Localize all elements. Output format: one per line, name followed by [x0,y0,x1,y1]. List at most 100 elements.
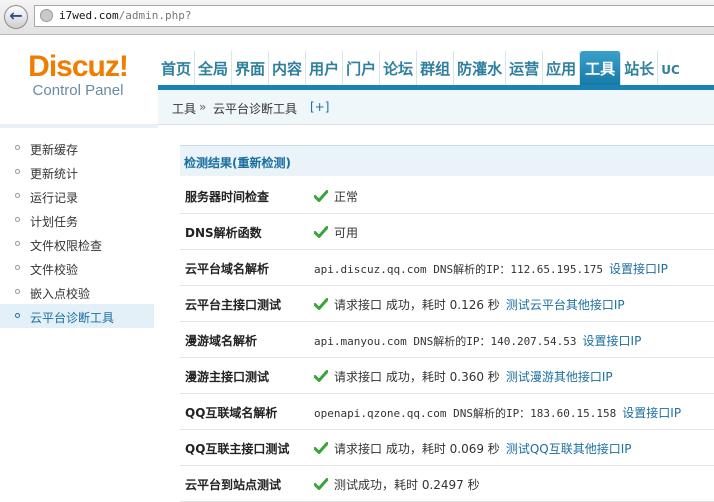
result-value: 请求接口 成功，耗时 0.069 秒测试QQ互联其他接口IP [313,440,632,457]
top-navigation: 首页 全局 界面 内容 用户 门户 论坛 群组 防灌水 运营 应用 工具 站长 UC [158,51,683,85]
result-row: 云平台域名解析 api.discuz.qq.com DNS解析的IP：112.65… [180,249,714,286]
result-value: 请求接口 成功，耗时 0.126 秒测试云平台其他接口IP [313,296,625,313]
result-link[interactable]: 测试QQ互联其他接口IP [506,442,632,456]
check-icon [313,370,329,382]
globe-icon [40,9,53,22]
breadcrumb: 工具 » 云平台诊断工具 [+] [158,90,714,125]
sidebar-item[interactable]: 云平台诊断工具 [0,304,154,328]
nav-tab[interactable]: 群组 [417,51,455,85]
result-row: 漫游主接口测试 请求接口 成功，耗时 0.360 秒测试漫游其他接口IP [180,357,714,394]
result-value: 正常 [313,188,359,205]
sidebar-item-label: 更新统计 [30,167,79,181]
result-name: 漫游域名解析 [185,334,258,348]
results-heading: 检测结果(重新检测) [180,145,714,176]
nav-tab[interactable]: 界面 [232,51,270,85]
sidebar-item[interactable]: 运行记录 [0,184,154,208]
dns-result-text: api.manyou.com DNS解析的IP：140.207.54.53 [314,335,577,348]
sidebar-item[interactable]: 文件校验 [0,256,154,280]
sidebar-item[interactable]: 文件权限检查 [0,232,154,256]
nav-tab[interactable]: 论坛 [380,51,418,85]
sidebar-item-label: 运行记录 [30,191,79,205]
nav-tab[interactable]: 用户 [306,51,344,85]
result-name: 云平台主接口测试 [185,298,282,312]
results-heading-text[interactable]: 检测结果(重新检测) [184,154,291,171]
sidebar-item-label: 嵌入点校验 [30,287,91,301]
main-content: 检测结果(重新检测) 服务器时间检查 正常 DNS解析函数 可用云平台域名解析 api.… [158,125,714,502]
bullet-icon [15,313,20,318]
url-path: /admin.php? [118,9,192,22]
nav-tab[interactable]: 防灌水 [454,51,507,85]
discuz-logo[interactable]: Discuz! Control Panel [18,51,138,99]
result-name: 云平台域名解析 [185,262,270,276]
logo-subtitle: Control Panel [32,82,124,99]
nav-tab[interactable]: 运营 [506,51,544,85]
sidebar-item[interactable]: 更新统计 [0,160,154,184]
sidebar-item[interactable]: 更新缓存 [0,136,154,160]
url-host: i7wed.com [59,9,119,22]
sidebar: 更新缓存更新统计运行记录计划任务文件权限检查 文件校验嵌入点校验云平台诊断工具 [0,124,159,498]
nav-tab[interactable]: 全局 [195,51,233,85]
sidebar-item[interactable]: 计划任务 [0,208,154,232]
result-text: 请求接口 成功，耗时 0.360 秒 [334,370,500,384]
breadcrumb-page: 云平台诊断工具 [213,102,298,116]
breadcrumb-expand-button[interactable]: [+] [310,100,329,114]
bullet-icon [15,193,20,198]
result-link[interactable]: 设置接口IP [609,262,668,276]
result-row: QQ互联域名解析 openapi.qzone.qq.com DNS解析的IP：18… [180,393,714,430]
back-arrow-icon[interactable]: ← [4,5,28,29]
result-name: QQ互联主接口测试 [185,442,290,456]
browser-toolbar: ← i7wed.com/admin.php? [0,0,714,35]
check-icon [313,442,329,454]
result-text: 测试成功，耗时 0.2497 秒 [334,478,480,492]
check-icon [313,190,329,202]
bullet-icon [15,217,20,222]
result-text: 请求接口 成功，耗时 0.126 秒 [334,298,500,312]
result-name: 漫游主接口测试 [185,370,270,384]
result-link[interactable]: 测试漫游其他接口IP [506,370,613,384]
result-link[interactable]: 测试云平台其他接口IP [506,298,625,312]
result-value: 测试成功，耗时 0.2497 秒 [313,476,480,493]
sidebar-item-label: 计划任务 [30,215,79,229]
result-row: 云平台到站点测试 测试成功，耗时 0.2497 秒 [180,465,714,502]
breadcrumb-section[interactable]: 工具 [172,100,196,117]
bullet-icon [15,169,20,174]
result-row: QQ互联主接口测试 请求接口 成功，耗时 0.069 秒测试QQ互联其他接口IP [180,429,714,466]
check-icon [313,478,329,490]
result-value: 可用 [313,224,359,241]
breadcrumb-separator: » [199,100,207,114]
result-row: 服务器时间检查 正常 [180,177,714,214]
sidebar-item-label: 云平台诊断工具 [30,311,115,325]
result-link[interactable]: 设置接口IP [583,334,642,348]
result-name: 云平台到站点测试 [185,478,282,492]
sidebar-item[interactable]: 嵌入点校验 [0,280,154,304]
result-row: 漫游域名解析 api.manyou.com DNS解析的IP：140.207.54… [180,321,714,358]
result-name: 服务器时间检查 [185,190,270,204]
result-row: 云平台主接口测试 请求接口 成功，耗时 0.126 秒测试云平台其他接口IP [180,285,714,322]
url-text[interactable]: i7wed.com/admin.php? [59,9,191,22]
sidebar-divider [0,124,158,128]
result-name: QQ互联域名解析 [185,406,278,420]
result-link[interactable]: 设置接口IP [622,406,681,420]
result-value: api.discuz.qq.com DNS解析的IP：112.65.195.17… [314,260,668,277]
result-row: DNS解析函数 可用 [180,213,714,250]
nav-tab[interactable]: 门户 [343,51,381,85]
sidebar-item-label: 文件权限检查 [30,239,103,253]
bullet-icon [15,265,20,270]
logo-brand: Discuz! [28,50,129,83]
result-value: 请求接口 成功，耗时 0.360 秒测试漫游其他接口IP [313,368,613,385]
sidebar-item-label: 文件校验 [30,263,79,277]
bullet-icon [15,241,20,246]
result-value: api.manyou.com DNS解析的IP：140.207.54.53 设置接… [314,332,641,349]
address-bar[interactable]: i7wed.com/admin.php? [34,5,714,27]
sidebar-item-label: 更新缓存 [30,143,79,157]
result-text: 可用 [334,226,359,240]
nav-tab[interactable]: 内容 [269,51,307,85]
nav-tab[interactable]: 工具 [580,51,622,85]
nav-tab[interactable]: UC [658,52,683,86]
nav-tab[interactable]: 首页 [158,51,196,85]
result-value: openapi.qzone.qq.com DNS解析的IP：183.60.15.… [314,404,681,421]
result-text: 正常 [334,190,359,204]
nav-tab[interactable]: 应用 [543,51,581,85]
check-icon [313,298,329,310]
nav-tab[interactable]: 站长 [621,51,659,85]
